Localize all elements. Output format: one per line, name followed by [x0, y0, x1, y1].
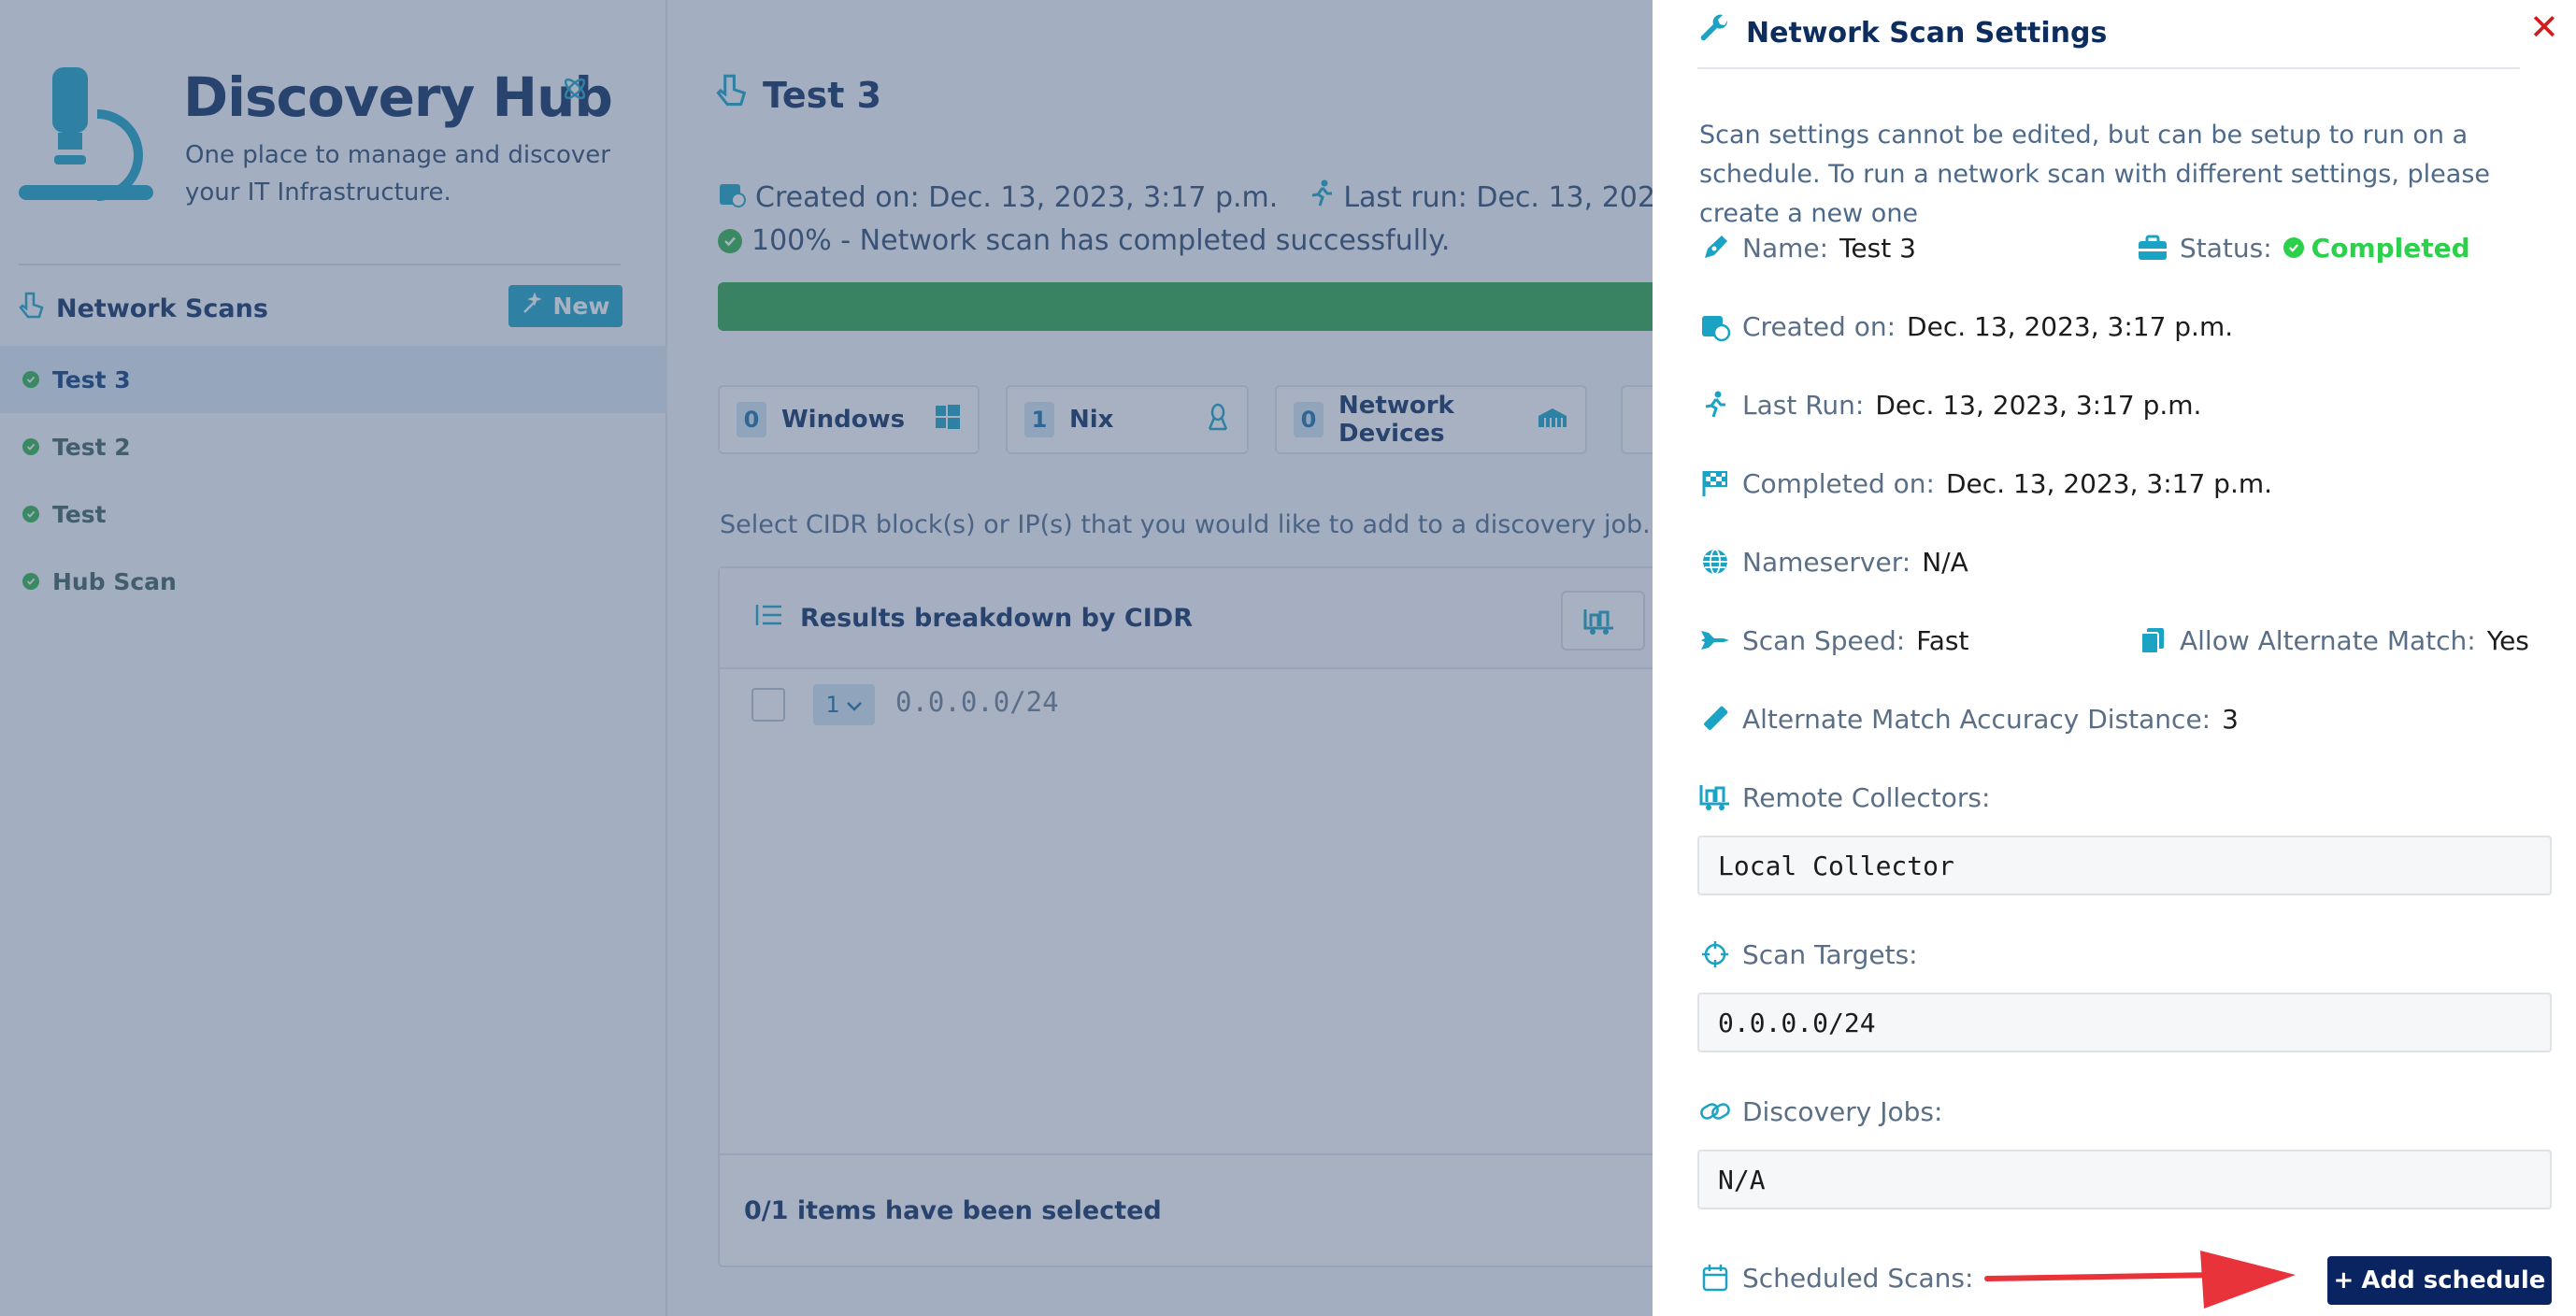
created-field: Created on: Dec. 13, 2023, 3:17 p.m. — [1699, 310, 2233, 342]
accuracy-distance-value: 3 — [2222, 703, 2239, 735]
drawer-title-text: Network Scan Settings — [1746, 16, 2108, 50]
created-label: Created on: — [1742, 310, 1896, 342]
last-run-label: Last Run: — [1742, 389, 1865, 421]
status-label: Status: — [2180, 232, 2272, 264]
link-icon — [1699, 1095, 1731, 1127]
fighter-jet-icon — [1699, 624, 1731, 656]
scan-targets-box: 0.0.0.0/24 — [1697, 993, 2552, 1052]
status-value: Completed — [2311, 232, 2470, 264]
add-schedule-button[interactable]: + Add schedule — [2327, 1256, 2552, 1305]
name-value: Test 3 — [1839, 232, 1916, 264]
scan-targets-field: Scan Targets: — [1699, 938, 1918, 970]
briefcase-icon — [2137, 232, 2168, 264]
running-person-icon — [1699, 389, 1731, 421]
accuracy-distance-field: Alternate Match Accuracy Distance: 3 — [1699, 703, 2239, 735]
scan-speed-label: Scan Speed: — [1742, 624, 1906, 656]
completed-value: Dec. 13, 2023, 3:17 p.m. — [1945, 467, 2273, 499]
completed-field: Completed on: Dec. 13, 2023, 3:17 p.m. — [1699, 467, 2272, 499]
last-run-field: Last Run: Dec. 13, 2023, 3:17 p.m. — [1699, 389, 2201, 421]
calendar-clock-icon — [1699, 310, 1731, 342]
name-label: Name: — [1742, 232, 1829, 264]
accuracy-distance-label: Alternate Match Accuracy Distance: — [1742, 703, 2211, 735]
divider — [1697, 67, 2520, 69]
created-value: Dec. 13, 2023, 3:17 p.m. — [1907, 310, 2234, 342]
pen-icon — [1699, 232, 1731, 264]
wrench-icon — [1699, 13, 1731, 52]
completed-label: Completed on: — [1742, 467, 1935, 499]
plus-icon: + — [2333, 1266, 2354, 1295]
status-field: Status: Completed — [2137, 232, 2470, 264]
name-field: Name: Test 3 — [1699, 232, 1916, 264]
scan-targets-label: Scan Targets: — [1742, 938, 1918, 970]
alternate-match-label: Allow Alternate Match: — [2180, 624, 2476, 656]
collector-icon — [1699, 781, 1731, 813]
check-circle-icon — [2283, 237, 2304, 258]
remote-collectors-field: Remote Collectors: — [1699, 781, 1990, 813]
scan-speed-field: Scan Speed: Fast — [1699, 624, 1968, 656]
nameserver-value: N/A — [1922, 546, 1968, 578]
discovery-jobs-field: Discovery Jobs: — [1699, 1095, 1942, 1127]
status-badge: Completed — [2283, 233, 2470, 264]
scheduled-scans-field: Scheduled Scans: — [1699, 1262, 1973, 1294]
last-run-value: Dec. 13, 2023, 3:17 p.m. — [1875, 389, 2202, 421]
alternate-match-field: Allow Alternate Match: Yes — [2137, 624, 2529, 656]
checkered-flag-icon — [1699, 467, 1731, 499]
drawer-description: Scan settings cannot be edited, but can … — [1699, 121, 2491, 228]
crosshairs-icon — [1699, 938, 1731, 970]
alternate-match-value: Yes — [2486, 624, 2529, 656]
nameserver-label: Nameserver: — [1742, 546, 1911, 578]
discovery-jobs-box: N/A — [1697, 1150, 2552, 1209]
nameserver-field: Nameserver: N/A — [1699, 546, 1968, 578]
scan-speed-value: Fast — [1916, 624, 1969, 656]
modal-backdrop[interactable] — [0, 0, 1653, 1316]
discovery-jobs-label: Discovery Jobs: — [1742, 1095, 1943, 1127]
calendar-icon — [1699, 1262, 1731, 1294]
close-icon[interactable]: ✕ — [2529, 9, 2559, 45]
remote-collectors-box: Local Collector — [1697, 836, 2552, 895]
scheduled-scans-label: Scheduled Scans: — [1742, 1262, 1974, 1294]
arrow-annotation-icon — [1984, 1251, 2296, 1309]
remote-collectors-label: Remote Collectors: — [1742, 781, 1991, 813]
network-scan-settings-drawer: Network Scan Settings ✕ Scan settings ca… — [1653, 0, 2576, 1316]
ruler-icon — [1699, 703, 1731, 735]
add-schedule-label: Add schedule — [2361, 1266, 2546, 1295]
copy-document-icon — [2137, 624, 2168, 656]
globe-icon — [1699, 546, 1731, 578]
drawer-title: Network Scan Settings — [1699, 13, 2107, 52]
